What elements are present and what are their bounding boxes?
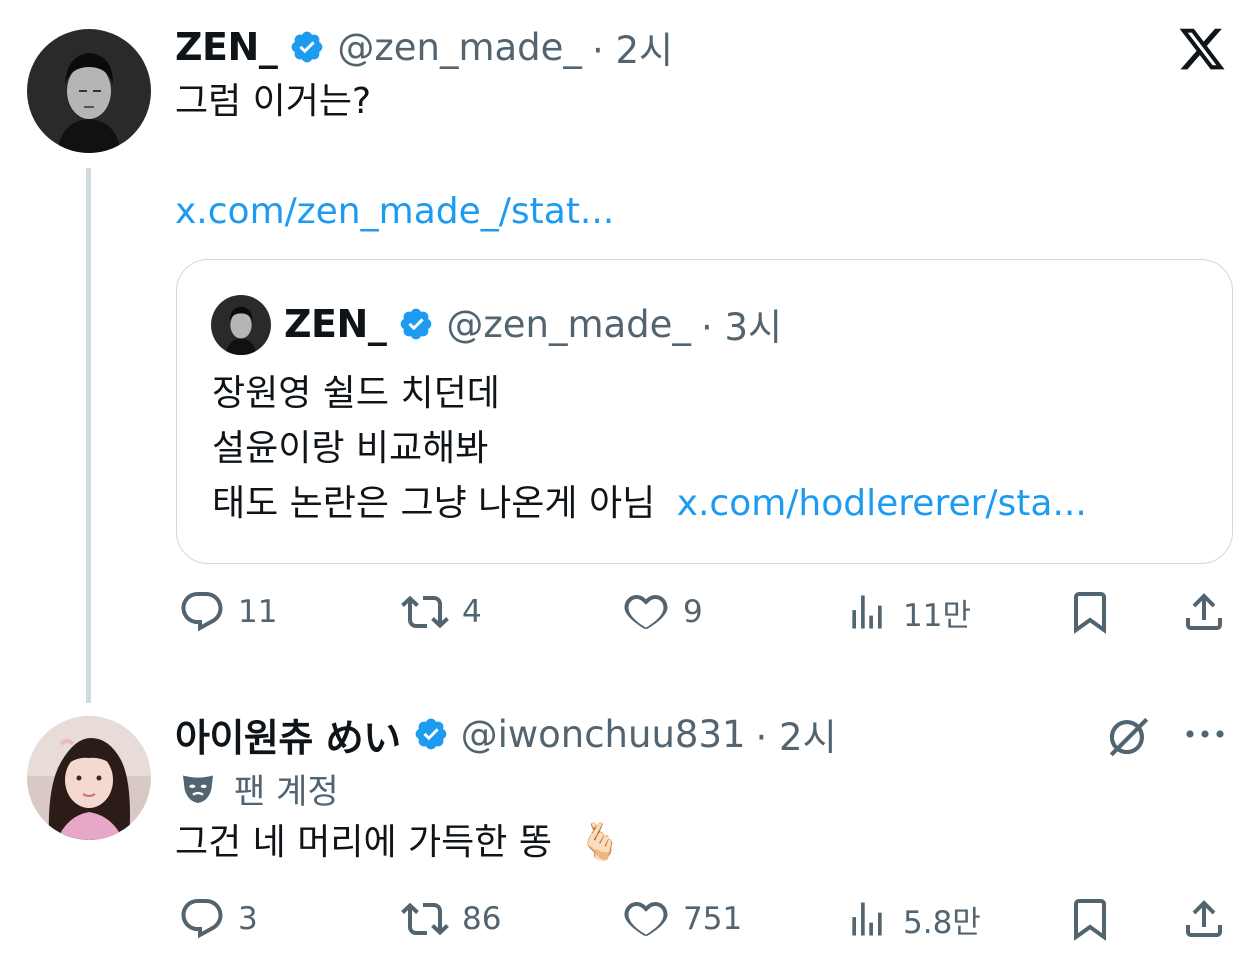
views-button[interactable]: 11만: [845, 588, 971, 636]
quote-line-2: 설윤이랑 비교해봐: [212, 428, 489, 469]
like-icon: [624, 594, 668, 630]
reply-button[interactable]: 3: [178, 895, 258, 943]
quote-header: ZEN_ @zen_made_ · 3시: [284, 298, 782, 350]
tweet1-header: ZEN_ @zen_made_ · 2시: [175, 22, 673, 72]
hand-emoji: 🫰🏻: [577, 822, 623, 863]
handle[interactable]: @zen_made_: [337, 26, 582, 69]
x-logo-icon[interactable]: [1177, 22, 1227, 76]
share-icon[interactable]: [1180, 588, 1228, 636]
display-name[interactable]: ZEN_: [175, 25, 278, 69]
views-button[interactable]: 5.8만: [845, 895, 981, 943]
display-name[interactable]: 아이원츄 めい: [175, 707, 401, 762]
retweet-count: 4: [462, 594, 482, 630]
like-icon: [624, 901, 668, 937]
grok-icon[interactable]: [1104, 708, 1154, 762]
avatar-zen[interactable]: [27, 29, 151, 153]
verified-badge-icon: [413, 716, 449, 752]
reply-icon: [181, 899, 223, 939]
retweet-icon: [401, 595, 449, 629]
fan-account-text: 팬 계정: [234, 771, 339, 812]
retweet-count: 86: [462, 901, 502, 937]
fan-account-label: 팬 계정: [178, 763, 339, 813]
verified-badge-icon: [398, 306, 434, 342]
like-count: 9: [683, 594, 703, 630]
views-count: 5.8만: [903, 904, 981, 941]
reply-count: 11: [238, 594, 278, 630]
like-count: 751: [683, 901, 743, 937]
mask-icon: [178, 768, 218, 808]
quote-timestamp: · 3시: [700, 306, 783, 349]
share-icon[interactable]: [1180, 895, 1228, 943]
tweet1-text: 그럼 이거는?: [175, 81, 372, 122]
retweet-button[interactable]: 4: [398, 588, 482, 636]
views-count: 11만: [903, 597, 971, 634]
views-icon: [852, 902, 882, 936]
timestamp[interactable]: · 2시: [592, 20, 673, 74]
bookmark-icon[interactable]: [1066, 588, 1114, 636]
quote-line-1: 장원영 쉴드 치던데: [212, 373, 500, 414]
reply-icon: [181, 592, 223, 632]
reply-count: 3: [238, 901, 258, 937]
quote-line-3: 태도 논란은 그냥 나온게 아님 x.com/hodlererer/sta...: [212, 476, 1087, 531]
handle[interactable]: @iwonchuu831: [461, 713, 746, 756]
tweet1-link[interactable]: x.com/zen_made_/stat...: [175, 184, 614, 239]
retweet-icon: [401, 902, 449, 936]
views-icon: [852, 595, 882, 629]
quote-display-name: ZEN_: [284, 302, 387, 346]
avatar-iwonchuu[interactable]: [27, 716, 151, 840]
quoted-tweet-card[interactable]: ZEN_ @zen_made_ · 3시 장원영 쉴드 치던데 설윤이랑 비교해…: [176, 259, 1233, 564]
tweet2-header: 아이원츄 めい @iwonchuu831 · 2시: [175, 707, 837, 762]
timestamp[interactable]: · 2시: [756, 707, 837, 761]
more-icon[interactable]: [1183, 718, 1227, 750]
tweet2-text-body: 그건 네 머리에 가득한 똥: [175, 822, 552, 863]
quote-line-3-text: 태도 논란은 그냥 나온게 아님: [212, 483, 656, 524]
verified-badge-icon: [289, 29, 325, 65]
reply-button[interactable]: 11: [178, 588, 277, 636]
tweet2-text: 그건 네 머리에 가득한 똥 🫰🏻: [175, 815, 622, 870]
thread-line: [86, 168, 91, 703]
quote-link[interactable]: x.com/hodlererer/sta...: [677, 483, 1087, 524]
like-button[interactable]: 751: [621, 895, 742, 943]
bookmark-icon[interactable]: [1066, 895, 1114, 943]
like-button[interactable]: 9: [621, 588, 703, 636]
retweet-button[interactable]: 86: [398, 895, 501, 943]
quote-avatar[interactable]: [211, 295, 271, 355]
quote-handle: @zen_made_: [446, 302, 691, 346]
